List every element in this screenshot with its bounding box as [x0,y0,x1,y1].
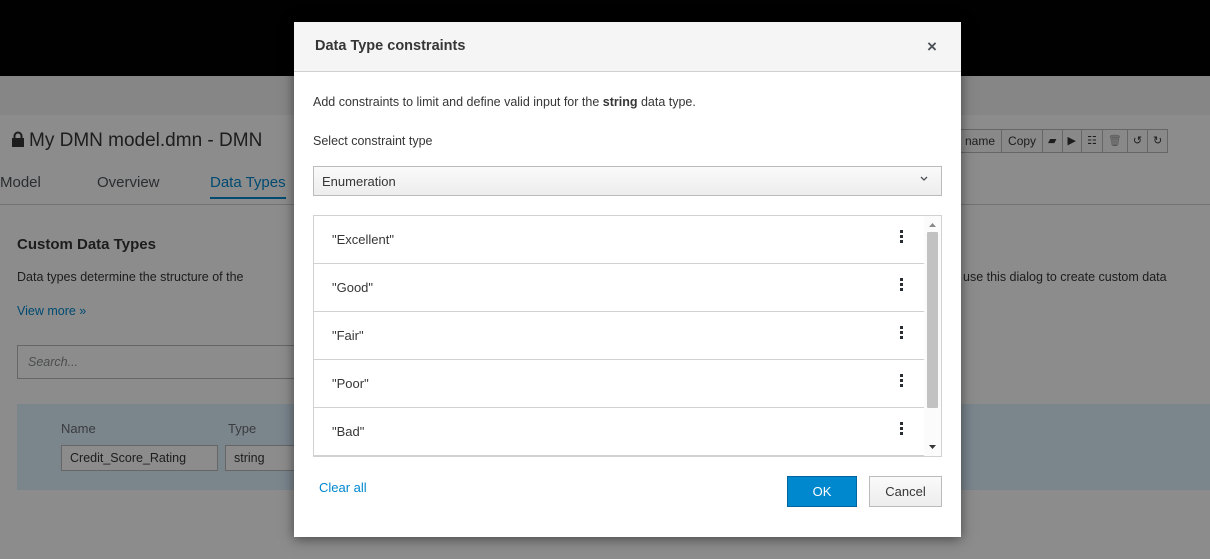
dialog-title: Data Type constraints [315,38,466,54]
kebab-menu-icon[interactable] [896,374,906,394]
enum-item[interactable]: "Fair" [314,312,924,360]
enum-item[interactable]: "Good" [314,264,924,312]
dialog-description: Add constraints to limit and define vali… [313,95,696,109]
scrollbar-thumb[interactable] [927,232,938,408]
kebab-menu-icon[interactable] [896,278,906,298]
constraints-dialog: Data Type constraints × Add constraints … [294,22,961,537]
kebab-menu-icon[interactable] [896,230,906,250]
kebab-menu-icon[interactable] [896,422,906,442]
chevron-down-icon [920,176,928,181]
enum-value: "Excellent" [332,232,394,247]
enum-value: "Bad" [332,424,365,439]
description-type: string [602,95,638,109]
ok-button[interactable]: OK [787,476,857,507]
scroll-down-icon[interactable] [924,440,941,454]
enum-item[interactable]: "Poor" [314,360,924,408]
description-suffix: data type. [637,95,696,109]
constraint-type-value: Enumeration [322,174,396,189]
constraint-type-label: Select constraint type [313,134,433,148]
enum-value: "Good" [332,280,374,295]
cancel-button[interactable]: Cancel [869,476,942,507]
enum-item[interactable]: "Bad" [314,408,924,456]
clear-all-link[interactable]: Clear all [319,480,367,495]
scroll-up-icon[interactable] [924,218,941,232]
description-prefix: Add constraints to limit and define vali… [313,95,603,109]
enum-value: "Fair" [332,328,364,343]
kebab-menu-icon[interactable] [896,326,906,346]
list-scrollbar[interactable] [924,216,941,456]
constraint-type-select[interactable]: Enumeration [313,166,942,196]
enumeration-list: "Excellent" "Good" "Fair" "Poor" "Bad" [313,215,942,457]
enum-value: "Poor" [332,376,369,391]
close-icon[interactable]: × [922,35,942,59]
enum-item[interactable]: "Excellent" [314,216,924,264]
dialog-header: Data Type constraints × [294,22,961,72]
